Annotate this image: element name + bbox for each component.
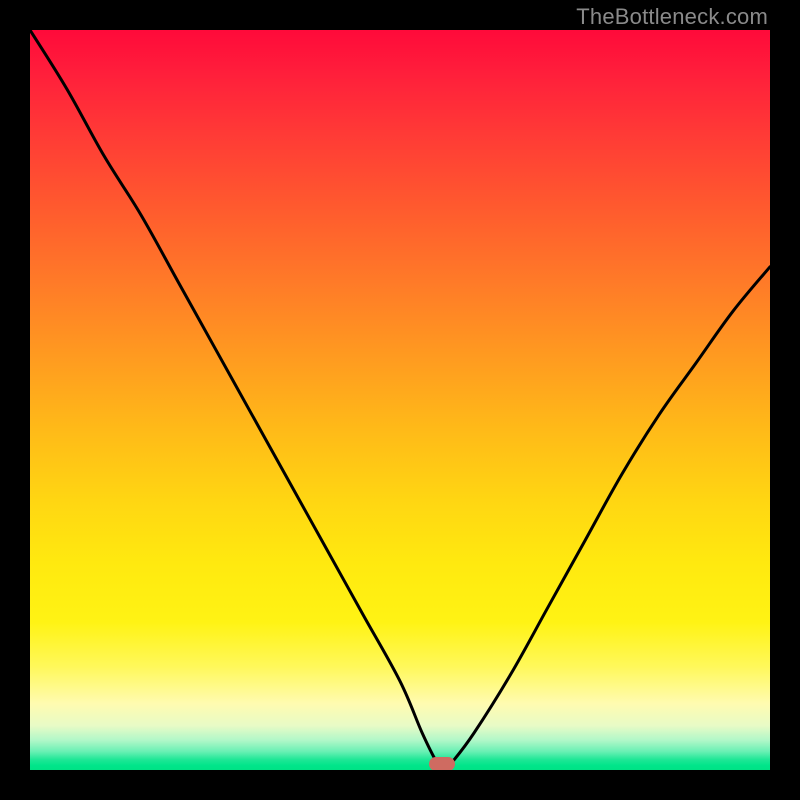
- watermark-text: TheBottleneck.com: [576, 4, 768, 30]
- bottleneck-curve: [30, 30, 770, 770]
- chart-frame: TheBottleneck.com: [0, 0, 800, 800]
- optimum-marker: [429, 757, 455, 770]
- plot-area: [30, 30, 770, 770]
